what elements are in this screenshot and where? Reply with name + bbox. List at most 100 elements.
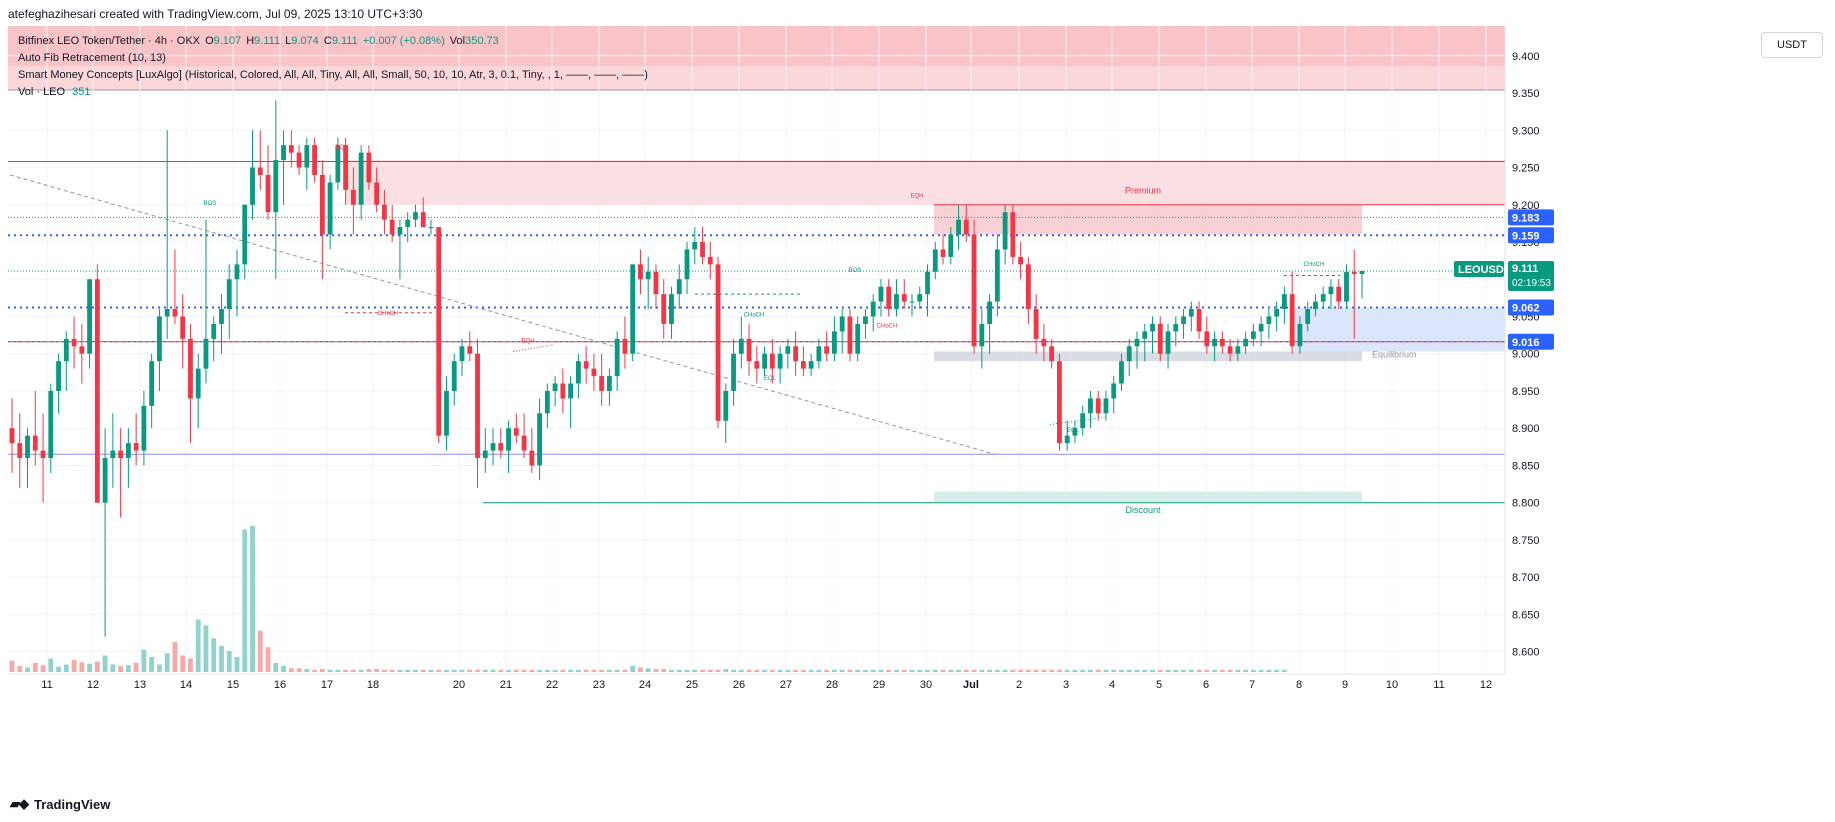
candle-body[interactable] xyxy=(940,249,946,257)
candle-body[interactable] xyxy=(25,435,30,458)
candle-body[interactable] xyxy=(1134,338,1140,347)
candle-body[interactable] xyxy=(824,346,830,354)
candle-body[interactable] xyxy=(855,323,861,354)
candle-body[interactable] xyxy=(490,443,496,451)
candle-body[interactable] xyxy=(506,428,511,451)
candle-body[interactable] xyxy=(405,219,411,228)
candle-body[interactable] xyxy=(1126,346,1132,362)
candle-body[interactable] xyxy=(32,435,38,451)
candle-body[interactable] xyxy=(1188,309,1194,317)
candle-body[interactable] xyxy=(870,301,876,317)
candle-body[interactable] xyxy=(917,294,923,302)
candle-body[interactable] xyxy=(1002,212,1008,250)
candle-body[interactable] xyxy=(963,219,969,235)
candle-body[interactable] xyxy=(188,338,193,399)
candle-body[interactable] xyxy=(653,271,659,295)
price-axis[interactable] xyxy=(1505,26,1835,674)
candle-body[interactable] xyxy=(560,383,566,399)
candle-body[interactable] xyxy=(319,174,325,235)
candle-body[interactable] xyxy=(1289,294,1295,347)
candle-body[interactable] xyxy=(327,182,333,235)
candle-body[interactable] xyxy=(63,338,69,362)
candle-body[interactable] xyxy=(901,294,907,302)
candle-body[interactable] xyxy=(133,443,139,451)
candle-body[interactable] xyxy=(948,234,954,257)
candle-body[interactable] xyxy=(343,145,349,190)
candle-body[interactable] xyxy=(436,227,442,436)
candle-body[interactable] xyxy=(257,167,263,175)
candle-body[interactable] xyxy=(397,227,403,235)
candle-body[interactable] xyxy=(420,212,426,228)
candle-body[interactable] xyxy=(1119,361,1124,384)
candle-body[interactable] xyxy=(1088,398,1093,414)
candle-body[interactable] xyxy=(9,428,15,444)
candle-body[interactable] xyxy=(87,279,92,354)
candle-body[interactable] xyxy=(816,346,822,362)
candle-body[interactable] xyxy=(157,316,162,362)
candle-body[interactable] xyxy=(894,294,899,310)
candle-body[interactable] xyxy=(211,323,217,339)
candle-body[interactable] xyxy=(707,256,713,265)
price-chart[interactable]: Premium Equilibrium Discount BOS EQH CHoCH EQH… xyxy=(0,26,1835,796)
candle-body[interactable] xyxy=(118,450,124,458)
candle-body[interactable] xyxy=(1033,309,1039,339)
candle-body[interactable] xyxy=(250,167,255,205)
candle-body[interactable] xyxy=(1351,271,1357,275)
candle-body[interactable] xyxy=(1344,271,1349,302)
candle-body[interactable] xyxy=(661,294,667,324)
candle-body[interactable] xyxy=(413,212,418,220)
candle-body[interactable] xyxy=(1157,323,1163,354)
candle-body[interactable] xyxy=(987,301,992,324)
candle-body[interactable] xyxy=(863,316,868,324)
candle-body[interactable] xyxy=(878,286,884,302)
candle-body[interactable] xyxy=(180,316,186,339)
candle-body[interactable] xyxy=(521,435,527,451)
candle-body[interactable] xyxy=(583,361,589,369)
candle-body[interactable] xyxy=(1305,309,1311,324)
candle-body[interactable] xyxy=(498,443,504,451)
candle-body[interactable] xyxy=(265,174,271,213)
candle-body[interactable] xyxy=(1150,323,1155,332)
candle-body[interactable] xyxy=(48,390,54,458)
candle-body[interactable] xyxy=(692,242,698,250)
candle-body[interactable] xyxy=(1297,323,1303,347)
candle-body[interactable] xyxy=(956,219,961,235)
candle-body[interactable] xyxy=(537,413,542,466)
candle-body[interactable] xyxy=(1359,271,1365,275)
candle-body[interactable] xyxy=(296,152,302,168)
candle-body[interactable] xyxy=(1250,331,1256,339)
candle-body[interactable] xyxy=(1243,338,1249,347)
candle-body[interactable] xyxy=(909,301,915,303)
candle-body[interactable] xyxy=(1313,301,1318,310)
candle-body[interactable] xyxy=(40,450,46,458)
candle-body[interactable] xyxy=(1095,398,1101,414)
candle-body[interactable] xyxy=(1103,398,1109,414)
candle-body[interactable] xyxy=(1282,294,1287,310)
candle-body[interactable] xyxy=(731,353,736,391)
candle-body[interactable] xyxy=(475,353,480,458)
candle-body[interactable] xyxy=(599,376,605,391)
candle-body[interactable] xyxy=(575,361,581,384)
candle-body[interactable] xyxy=(382,204,387,220)
candle-body[interactable] xyxy=(645,271,651,280)
candle-body[interactable] xyxy=(1336,286,1342,302)
candle-body[interactable] xyxy=(607,376,612,391)
candle-body[interactable] xyxy=(1049,346,1055,362)
candle-body[interactable] xyxy=(1165,331,1171,354)
candle-body[interactable] xyxy=(513,428,519,436)
candle-body[interactable] xyxy=(1173,323,1179,332)
candle-body[interactable] xyxy=(1025,264,1031,310)
candle-body[interactable] xyxy=(444,390,449,436)
candle-body[interactable] xyxy=(994,249,1000,302)
candle-body[interactable] xyxy=(638,264,643,280)
candle-body[interactable] xyxy=(102,458,108,503)
candle-body[interactable] xyxy=(389,219,395,235)
candle-body[interactable] xyxy=(529,450,535,466)
candle-body[interactable] xyxy=(971,234,977,347)
candle-body[interactable] xyxy=(288,145,294,153)
candle-body[interactable] xyxy=(552,383,558,391)
candle-body[interactable] xyxy=(1219,338,1225,347)
candle-body[interactable] xyxy=(374,182,380,205)
candle-body[interactable] xyxy=(79,346,85,354)
candle-body[interactable] xyxy=(110,450,116,458)
